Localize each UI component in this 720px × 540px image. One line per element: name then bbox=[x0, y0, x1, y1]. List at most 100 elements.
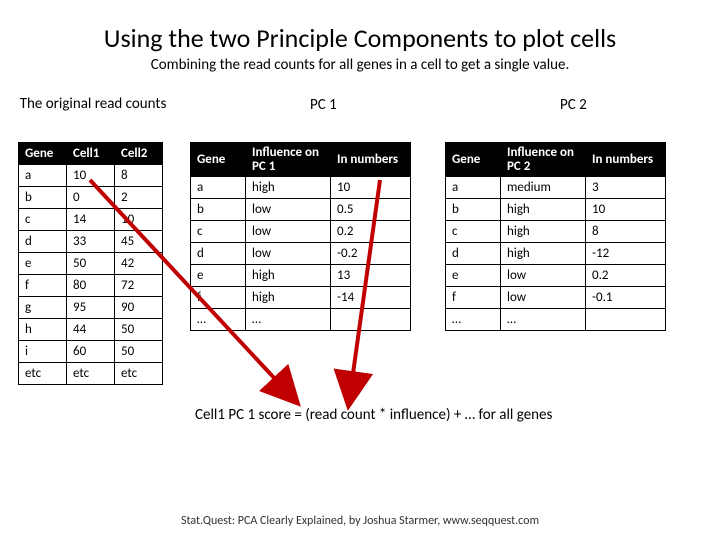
table-cell: 10 bbox=[67, 165, 115, 187]
table-cell: a bbox=[19, 165, 67, 187]
table-cell: 33 bbox=[67, 231, 115, 253]
attribution-footer: Stat.Quest: PCA Clearly Explained, by Jo… bbox=[0, 514, 720, 528]
score-formula: Cell1 PC 1 score = (read count * influen… bbox=[195, 406, 552, 424]
table-cell: high bbox=[501, 243, 586, 265]
table-row: fhigh-14 bbox=[191, 287, 411, 309]
table-row: e5042 bbox=[19, 253, 163, 275]
table-cell: 10 bbox=[331, 177, 411, 199]
table-cell: e bbox=[19, 253, 67, 275]
table-row: b02 bbox=[19, 187, 163, 209]
table-row: h4450 bbox=[19, 319, 163, 341]
table-cell: etc bbox=[67, 363, 115, 385]
table-header: In numbers bbox=[586, 143, 666, 177]
table-row: …… bbox=[446, 309, 666, 331]
label-pc2: PC 2 bbox=[560, 96, 587, 114]
table-cell: 44 bbox=[67, 319, 115, 341]
table-cell: … bbox=[501, 309, 586, 331]
original-read-counts-table: GeneCell1Cell2 a108b02c1410d3345e5042f80… bbox=[18, 142, 163, 385]
table-cell: 0.2 bbox=[331, 221, 411, 243]
label-original-counts: The original read counts bbox=[18, 96, 168, 113]
table-cell: 42 bbox=[115, 253, 163, 275]
table-cell: high bbox=[246, 177, 331, 199]
table-cell: low bbox=[246, 199, 331, 221]
table-cell: -0.2 bbox=[331, 243, 411, 265]
table-cell: 0.2 bbox=[586, 265, 666, 287]
label-pc1: PC 1 bbox=[310, 96, 337, 114]
table-cell: c bbox=[191, 221, 246, 243]
table-header: Gene bbox=[191, 143, 246, 177]
table-cell: high bbox=[246, 287, 331, 309]
table-header: Cell1 bbox=[67, 143, 115, 165]
table-row: flow-0.1 bbox=[446, 287, 666, 309]
table-cell: a bbox=[446, 177, 501, 199]
table-cell: i bbox=[19, 341, 67, 363]
table-row: ehigh13 bbox=[191, 265, 411, 287]
table-header: Cell2 bbox=[115, 143, 163, 165]
table-cell: b bbox=[19, 187, 67, 209]
table-cell: high bbox=[501, 199, 586, 221]
table-row: d3345 bbox=[19, 231, 163, 253]
table-header: Influence on PC 1 bbox=[246, 143, 331, 177]
table-cell: 50 bbox=[115, 341, 163, 363]
table-row: dhigh-12 bbox=[446, 243, 666, 265]
table-cell bbox=[331, 309, 411, 331]
table-cell: c bbox=[446, 221, 501, 243]
table-cell: 2 bbox=[115, 187, 163, 209]
table-row: clow0.2 bbox=[191, 221, 411, 243]
table-cell: … bbox=[191, 309, 246, 331]
table-cell: 10 bbox=[115, 209, 163, 231]
table-row: i6050 bbox=[19, 341, 163, 363]
table-row: amedium3 bbox=[446, 177, 666, 199]
table-cell: 0.5 bbox=[331, 199, 411, 221]
table-cell: etc bbox=[19, 363, 67, 385]
table-cell: -0.1 bbox=[586, 287, 666, 309]
table-cell: d bbox=[191, 243, 246, 265]
table-cell: h bbox=[19, 319, 67, 341]
table-cell: 80 bbox=[67, 275, 115, 297]
table-cell: d bbox=[19, 231, 67, 253]
table-cell: … bbox=[446, 309, 501, 331]
table-header: Influence on PC 2 bbox=[501, 143, 586, 177]
table-cell: 60 bbox=[67, 341, 115, 363]
table-cell: f bbox=[446, 287, 501, 309]
table-cell: a bbox=[191, 177, 246, 199]
table-cell: … bbox=[246, 309, 331, 331]
table-cell: -14 bbox=[331, 287, 411, 309]
table-cell: 8 bbox=[115, 165, 163, 187]
table-cell: 90 bbox=[115, 297, 163, 319]
table-cell: e bbox=[446, 265, 501, 287]
table-row: elow0.2 bbox=[446, 265, 666, 287]
table-row: bhigh10 bbox=[446, 199, 666, 221]
table-cell: low bbox=[501, 287, 586, 309]
table-cell: b bbox=[191, 199, 246, 221]
pc2-table: GeneInfluence on PC 2In numbers amedium3… bbox=[445, 142, 666, 331]
table-cell: d bbox=[446, 243, 501, 265]
table-row: blow0.5 bbox=[191, 199, 411, 221]
table-header: In numbers bbox=[331, 143, 411, 177]
slide-title: Using the two Principle Components to pl… bbox=[0, 0, 720, 54]
table-row: ahigh10 bbox=[191, 177, 411, 199]
table-cell: 45 bbox=[115, 231, 163, 253]
table-row: c1410 bbox=[19, 209, 163, 231]
table-row: dlow-0.2 bbox=[191, 243, 411, 265]
slide-subtitle: Combining the read counts for all genes … bbox=[0, 56, 720, 74]
table-row: f8072 bbox=[19, 275, 163, 297]
table-cell: 10 bbox=[586, 199, 666, 221]
table-cell: etc bbox=[115, 363, 163, 385]
table-row: chigh8 bbox=[446, 221, 666, 243]
table-cell: b bbox=[446, 199, 501, 221]
table-row: a108 bbox=[19, 165, 163, 187]
table-cell: g bbox=[19, 297, 67, 319]
table-cell: 0 bbox=[67, 187, 115, 209]
table-cell: high bbox=[501, 221, 586, 243]
table-row: …… bbox=[191, 309, 411, 331]
table-cell: 13 bbox=[331, 265, 411, 287]
table-cell: 95 bbox=[67, 297, 115, 319]
table-row: etcetcetc bbox=[19, 363, 163, 385]
table-cell: high bbox=[246, 265, 331, 287]
table-cell: 3 bbox=[586, 177, 666, 199]
table-cell: 72 bbox=[115, 275, 163, 297]
table-cell: c bbox=[19, 209, 67, 231]
table-cell: 14 bbox=[67, 209, 115, 231]
table-cell: f bbox=[19, 275, 67, 297]
